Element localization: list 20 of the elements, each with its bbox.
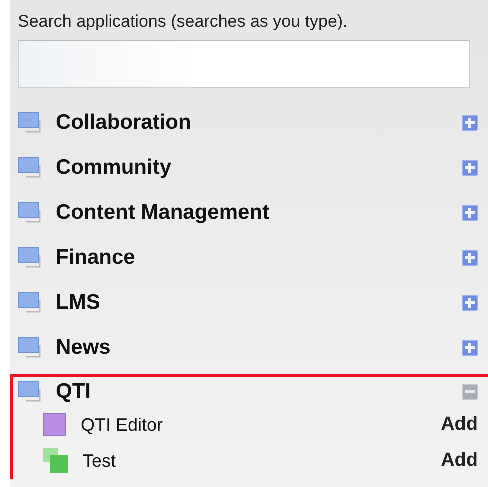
category-name[interactable]: Finance xyxy=(56,246,462,270)
add-link[interactable]: Add xyxy=(441,450,478,472)
expand-icon[interactable] xyxy=(462,160,478,176)
category-name[interactable]: Collaboration xyxy=(56,110,462,134)
category-name[interactable]: LMS xyxy=(56,290,462,314)
category-name[interactable]: News xyxy=(56,336,462,360)
add-link[interactable]: Add xyxy=(441,414,478,436)
app-name: Test xyxy=(83,450,118,472)
category-name[interactable]: QTI xyxy=(56,380,462,404)
search-label: Search applications (searches as you type). xyxy=(18,12,348,32)
category-name[interactable]: Community xyxy=(56,156,462,180)
expand-icon[interactable] xyxy=(462,204,478,220)
expand-icon[interactable] xyxy=(462,294,478,310)
collapse-icon[interactable] xyxy=(462,384,478,400)
expand-icon[interactable] xyxy=(462,114,478,130)
category-name[interactable]: Content Management xyxy=(56,200,462,224)
expand-icon[interactable] xyxy=(462,250,478,266)
app-name: QTI Editor xyxy=(81,414,164,436)
search-field[interactable] xyxy=(18,40,470,88)
expand-icon[interactable] xyxy=(462,340,478,356)
